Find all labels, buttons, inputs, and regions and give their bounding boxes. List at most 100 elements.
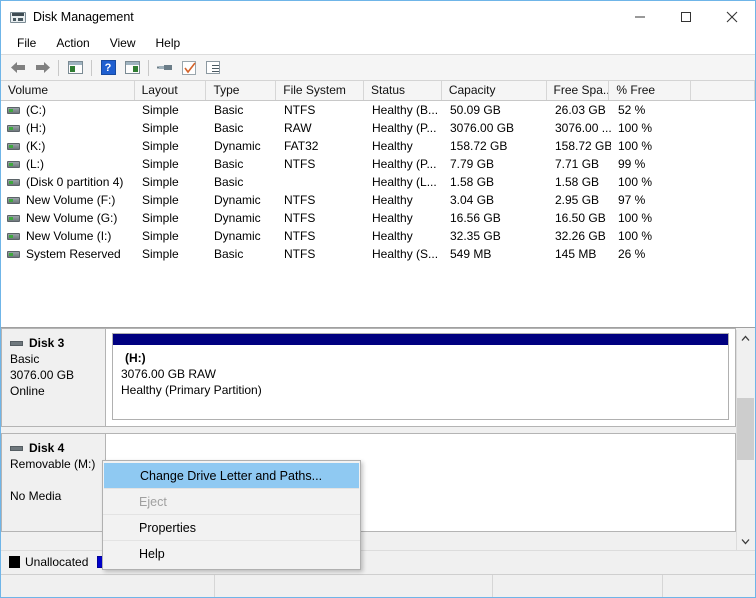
menu-view[interactable]: View xyxy=(100,34,146,52)
scrollbar-thumb[interactable] xyxy=(737,398,754,460)
cell-status: Healthy (P... xyxy=(372,121,437,135)
context-menu-item[interactable]: Properties xyxy=(103,515,360,541)
cell-capacity: 16.56 GB xyxy=(450,211,501,225)
column-header[interactable]: Capacity xyxy=(442,81,547,100)
column-header[interactable]: File System xyxy=(276,81,365,100)
cell-layout: Simple xyxy=(142,193,179,207)
cell-status: Healthy xyxy=(372,139,413,153)
cell-volume: (H:) xyxy=(1,121,135,135)
column-header[interactable] xyxy=(691,81,755,100)
volume-label: (K:) xyxy=(26,139,46,153)
table-row[interactable]: New Volume (F:) Simple Dynamic NTFS Healthy 3… xyxy=(1,191,755,209)
column-header[interactable]: Type xyxy=(206,81,277,100)
disk-info-line xyxy=(10,472,105,488)
rescan-disks-icon[interactable] xyxy=(153,57,177,79)
forward-icon[interactable] xyxy=(30,57,54,79)
cell-type: Basic xyxy=(214,157,244,171)
disk-management-icon xyxy=(10,9,26,25)
disk-pane-scrollbar[interactable] xyxy=(736,330,754,550)
cell-capacity: 50.09 GB xyxy=(450,103,501,117)
volume-icon xyxy=(7,106,20,114)
table-row[interactable]: New Volume (I:) Simple Dynamic NTFS Healthy 3… xyxy=(1,227,755,245)
disk-name: Disk 3 xyxy=(29,336,65,350)
list-view-icon[interactable] xyxy=(201,57,225,79)
volume-list-header: Volume Layout Type File System Status Capacit… xyxy=(1,81,755,101)
table-row[interactable]: (L:) Simple Basic NTFS Healthy (P... 7.79 GB 7… xyxy=(1,155,755,173)
volume-icon xyxy=(7,160,20,168)
disk-row[interactable]: Disk 3 Basic 3076.00 GB Online (H:) 3076.00 G… xyxy=(1,328,736,427)
cell-capacity: 7.79 GB xyxy=(450,157,495,171)
cell-layout: Simple xyxy=(142,211,179,225)
scroll-up-icon[interactable] xyxy=(737,330,754,347)
window-controls xyxy=(617,1,755,32)
menu-help[interactable]: Help xyxy=(146,34,191,52)
cell-volume: New Volume (G:) xyxy=(1,211,135,225)
disk-icon xyxy=(10,445,23,451)
cell-layout: Simple xyxy=(142,103,179,117)
cell-volume: New Volume (F:) xyxy=(1,193,135,207)
close-button[interactable] xyxy=(709,1,755,32)
context-menu-item[interactable]: Help xyxy=(103,541,360,567)
cell-percent-free: 99 % xyxy=(618,157,646,171)
table-row[interactable]: (Disk 0 partition 4) Simple Basic Healthy (… xyxy=(1,173,755,191)
menu-bar: File Action View Help xyxy=(1,32,755,55)
cell-capacity: 158.72 GB xyxy=(450,139,508,153)
disk-icon xyxy=(10,340,23,346)
menu-action[interactable]: Action xyxy=(46,34,99,52)
disk-info-line: 3076.00 GB xyxy=(10,368,75,382)
column-header[interactable]: Layout xyxy=(135,81,207,100)
cell-capacity: 3076.00 GB xyxy=(450,121,515,135)
toolbar: ? xyxy=(1,55,755,81)
status-panel-2 xyxy=(215,575,493,597)
back-icon[interactable] xyxy=(6,57,30,79)
volume-label: New Volume (F:) xyxy=(26,193,116,207)
column-header[interactable]: Volume xyxy=(1,81,135,100)
cell-capacity: 549 MB xyxy=(450,247,492,261)
volume-icon xyxy=(7,142,20,150)
properties-icon[interactable] xyxy=(177,57,201,79)
minimize-button[interactable] xyxy=(617,1,663,32)
disk-info-line: Basic xyxy=(10,352,40,366)
volume-icon xyxy=(7,196,20,204)
disk-info-line: Online xyxy=(10,384,45,398)
cell-type: Dynamic xyxy=(214,229,261,243)
show-hide-action-pane-icon[interactable] xyxy=(120,57,144,79)
maximize-button[interactable] xyxy=(663,1,709,32)
disk-info[interactable]: Disk 4 Removable (M:) No Media xyxy=(2,434,106,531)
context-menu-item[interactable]: Change Drive Letter and Paths... xyxy=(104,463,359,489)
column-header[interactable]: % Free xyxy=(609,81,692,100)
partition-body: (H:) 3076.00 GB RAW Healthy (Primary Parti… xyxy=(113,346,728,398)
cell-free-space: 145 MB xyxy=(555,247,597,261)
show-hide-console-tree-icon[interactable] xyxy=(63,57,87,79)
cell-type: Basic xyxy=(214,103,244,117)
table-row[interactable]: (H:) Simple Basic RAW Healthy (P... 3076.00 G… xyxy=(1,119,755,137)
cell-file-system: RAW xyxy=(284,121,312,135)
column-header[interactable]: Status xyxy=(364,81,442,100)
cell-volume: New Volume (I:) xyxy=(1,229,135,243)
cell-volume: (L:) xyxy=(1,157,135,171)
cell-capacity: 32.35 GB xyxy=(450,229,501,243)
cell-layout: Simple xyxy=(142,229,179,243)
volume-label: New Volume (I:) xyxy=(26,229,112,243)
cell-capacity: 3.04 GB xyxy=(450,193,495,207)
status-panel-4 xyxy=(663,575,755,597)
table-row[interactable]: System Reserved Simple Basic NTFS Healthy (S… xyxy=(1,245,755,263)
cell-free-space: 32.26 GB xyxy=(555,229,606,243)
cell-volume: (Disk 0 partition 4) xyxy=(1,175,135,189)
table-row[interactable]: (K:) Simple Dynamic FAT32 Healthy 158.72 GB 15… xyxy=(1,137,755,155)
partition[interactable]: (H:) 3076.00 GB RAW Healthy (Primary Parti… xyxy=(112,333,729,420)
cell-free-space: 2.95 GB xyxy=(555,193,600,207)
scroll-down-icon[interactable] xyxy=(737,533,754,550)
cell-file-system: NTFS xyxy=(284,103,316,117)
cell-volume: (C:) xyxy=(1,103,135,117)
disk-info-line: No Media xyxy=(10,489,62,503)
column-header[interactable]: Free Spa... xyxy=(547,81,610,100)
partition-header-bar xyxy=(113,334,728,346)
cell-free-space: 1.58 GB xyxy=(555,175,600,189)
menu-file[interactable]: File xyxy=(7,34,46,52)
table-row[interactable]: (C:) Simple Basic NTFS Healthy (B... 50.09 GB… xyxy=(1,101,755,119)
table-row[interactable]: New Volume (G:) Simple Dynamic NTFS Healthy 1… xyxy=(1,209,755,227)
disk-info[interactable]: Disk 3 Basic 3076.00 GB Online xyxy=(2,329,106,426)
help-icon[interactable]: ? xyxy=(96,57,120,79)
cell-type: Dynamic xyxy=(214,139,261,153)
